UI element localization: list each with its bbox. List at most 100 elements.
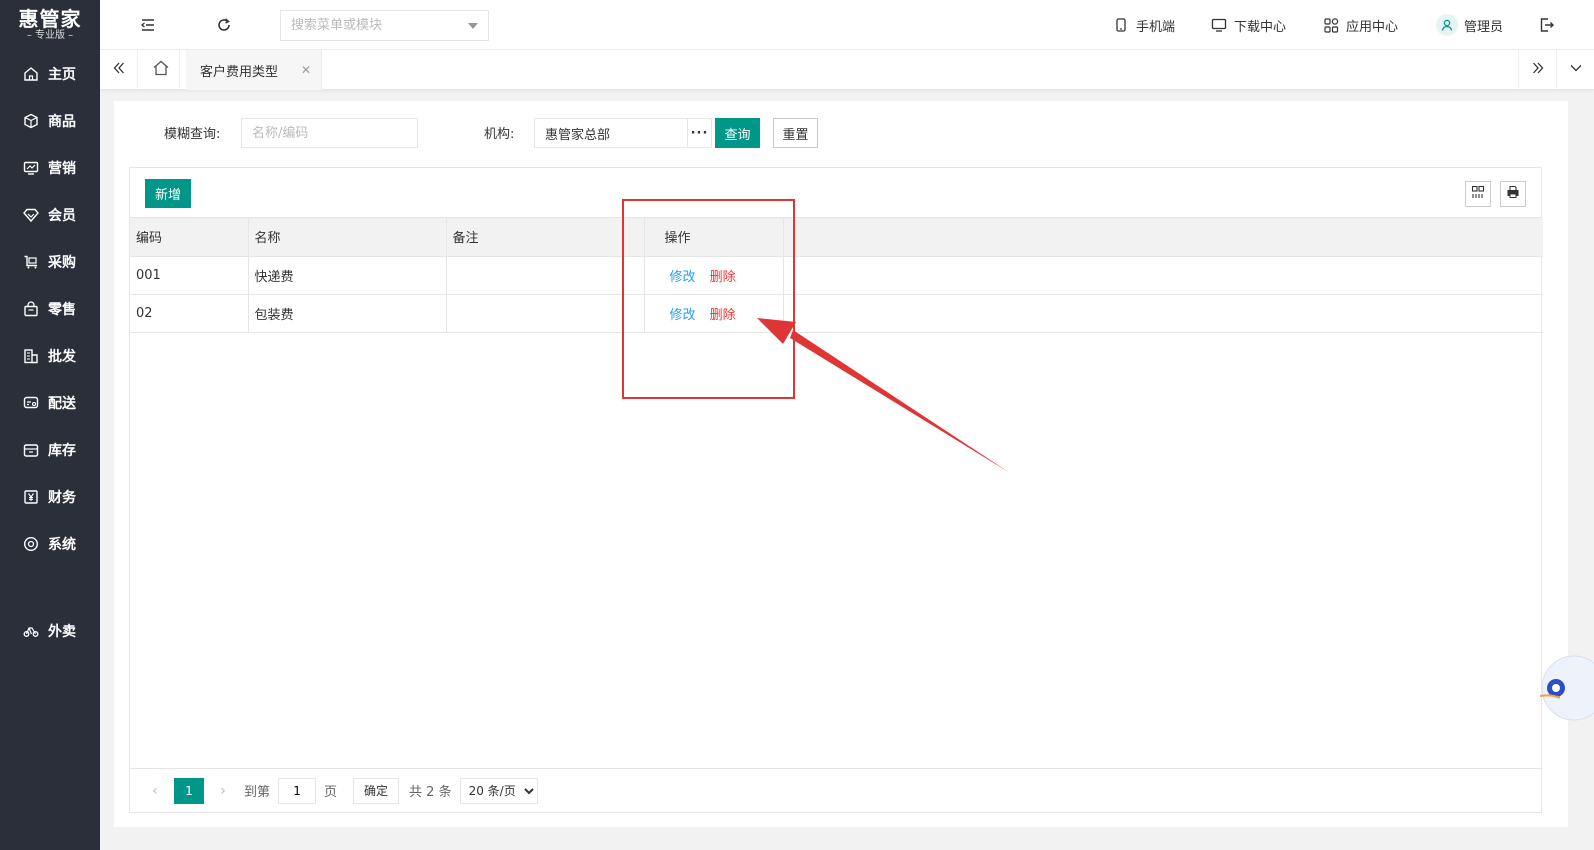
tab-scroll-right[interactable] xyxy=(1518,50,1556,90)
query-button[interactable]: 查询 xyxy=(715,118,760,148)
double-chevron-left-icon xyxy=(112,61,126,79)
sidebar-item-label: 库存 xyxy=(48,442,76,459)
sidebar-item-purchase[interactable]: 采购 xyxy=(0,238,100,285)
org-select[interactable]: 惠管家总部 ··· xyxy=(534,118,712,148)
app-center-label: 应用中心 xyxy=(1346,19,1399,35)
cart-icon xyxy=(22,253,40,271)
apps-icon xyxy=(1322,16,1340,34)
goto-page-input[interactable] xyxy=(278,777,317,804)
app-center-link[interactable]: 应用中心 xyxy=(1322,0,1398,50)
user-menu[interactable]: 管理员 xyxy=(1436,0,1503,50)
truck-icon xyxy=(22,394,40,412)
sidebar-item-wholesale[interactable]: 批发 xyxy=(0,332,100,379)
menu-toggle-icon[interactable] xyxy=(138,15,158,35)
org-label: 机构: xyxy=(484,127,515,142)
columns-filter-button[interactable] xyxy=(1465,181,1491,207)
total-count: 共 2 条 xyxy=(409,785,452,800)
user-name: 管理员 xyxy=(1464,19,1504,35)
logout-button[interactable] xyxy=(1538,0,1562,50)
gear-icon xyxy=(22,535,40,553)
edit-link[interactable]: 修改 xyxy=(670,308,696,323)
top-bar: 手机端 下载中心 应用中心 管理员 xyxy=(100,0,1594,50)
reset-button[interactable]: 重置 xyxy=(773,118,818,148)
refresh-icon[interactable] xyxy=(214,15,234,35)
table-row: 02 包装费 修改 删除 xyxy=(130,294,1543,333)
edit-link[interactable]: 修改 xyxy=(670,270,696,285)
mobile-icon xyxy=(1112,16,1130,34)
tab-bar: 客户费用类型 ✕ xyxy=(100,50,1594,90)
menu-search-input[interactable] xyxy=(281,11,461,40)
home-icon xyxy=(22,65,40,83)
delete-link[interactable]: 删除 xyxy=(710,308,736,323)
sidebar-item-finance[interactable]: 财务 xyxy=(0,473,100,520)
sidebar-item-label: 系统 xyxy=(48,536,76,553)
floating-assistant[interactable] xyxy=(1538,650,1594,722)
column-header-note[interactable]: 备注 xyxy=(446,218,645,257)
table-row: 001 快递费 修改 删除 xyxy=(130,256,1543,295)
sidebar-item-takeaway[interactable]: 外卖 xyxy=(0,607,100,654)
sidebar-item-label: 营销 xyxy=(48,160,76,177)
cell-code: 02 xyxy=(130,294,249,333)
home-icon xyxy=(152,59,170,81)
next-page-icon[interactable]: › xyxy=(210,783,236,799)
sidebar-item-marketing[interactable]: 营销 xyxy=(0,144,100,191)
sidebar-item-system[interactable]: 系统 xyxy=(0,520,100,567)
yen-icon xyxy=(22,488,40,506)
print-icon xyxy=(1506,185,1520,203)
tab-scroll-left[interactable] xyxy=(100,50,138,90)
sidebar-item-label: 零售 xyxy=(48,301,76,318)
sidebar-item-label: 财务 xyxy=(48,489,76,506)
sidebar-item-retail[interactable]: 零售 xyxy=(0,285,100,332)
sidebar-item-goods[interactable]: 商品 xyxy=(0,97,100,144)
diamond-icon xyxy=(22,206,40,224)
sidebar-item-label: 会员 xyxy=(48,207,76,224)
delete-link[interactable]: 删除 xyxy=(710,270,736,285)
main-panel: 模糊查询: 机构: 惠管家总部 ··· 查询 重置 新增 编码 名称 备注 xyxy=(114,101,1568,827)
column-header-code[interactable]: 编码 xyxy=(130,218,249,257)
add-button[interactable]: 新增 xyxy=(145,179,191,208)
chart-icon xyxy=(22,159,40,177)
box-icon xyxy=(22,112,40,130)
filter-row: 模糊查询: 机构: 惠管家总部 ··· 查询 重置 xyxy=(114,101,1568,159)
sidebar-item-label: 主页 xyxy=(48,66,76,83)
user-icon xyxy=(1436,14,1458,36)
monitor-icon xyxy=(1210,16,1228,34)
chevron-down-icon[interactable] xyxy=(468,23,478,29)
download-center-label: 下载中心 xyxy=(1234,19,1287,35)
download-center-link[interactable]: 下载中心 xyxy=(1210,0,1286,50)
building-icon xyxy=(22,347,40,365)
menu-search[interactable] xyxy=(280,10,489,41)
mobile-link[interactable]: 手机端 xyxy=(1112,0,1175,50)
page-current[interactable]: 1 xyxy=(174,777,204,804)
sidebar-item-home[interactable]: 主页 xyxy=(0,50,100,97)
close-icon[interactable]: ✕ xyxy=(301,63,311,77)
column-header-filler xyxy=(783,218,1543,257)
logo[interactable]: 惠管家 – 专业版 – xyxy=(0,0,100,50)
org-picker-button[interactable]: ··· xyxy=(687,119,711,147)
prev-page-icon[interactable]: ‹ xyxy=(142,783,168,799)
cell-action: 修改 删除 xyxy=(644,294,784,333)
cell-filler xyxy=(783,294,1543,333)
tab-home[interactable] xyxy=(142,50,180,90)
tab-menu-dropdown[interactable] xyxy=(1556,50,1594,90)
bag-icon xyxy=(22,300,40,318)
cell-note xyxy=(446,256,645,295)
table-toolbar: 新增 xyxy=(130,168,1541,218)
print-button[interactable] xyxy=(1500,181,1526,207)
sidebar-item-member[interactable]: 会员 xyxy=(0,191,100,238)
goto-confirm-button[interactable]: 确定 xyxy=(353,777,400,804)
logo-title: 惠管家 xyxy=(18,7,82,31)
tab-customer-fee-type[interactable]: 客户费用类型 ✕ xyxy=(186,50,322,90)
column-header-name[interactable]: 名称 xyxy=(248,218,447,257)
column-header-action[interactable]: 操作 xyxy=(644,218,784,257)
page-size-select[interactable]: 20 条/页 xyxy=(459,777,538,804)
bike-icon xyxy=(22,622,40,640)
fuzzy-query-input[interactable] xyxy=(241,118,418,148)
mobile-label: 手机端 xyxy=(1136,19,1176,35)
cell-filler xyxy=(783,256,1543,295)
sidebar-item-inventory[interactable]: 库存 xyxy=(0,426,100,473)
logout-icon xyxy=(1538,16,1556,34)
sidebar-item-label: 采购 xyxy=(48,254,76,271)
sidebar-item-label: 商品 xyxy=(48,113,76,130)
sidebar-item-delivery[interactable]: 配送 xyxy=(0,379,100,426)
